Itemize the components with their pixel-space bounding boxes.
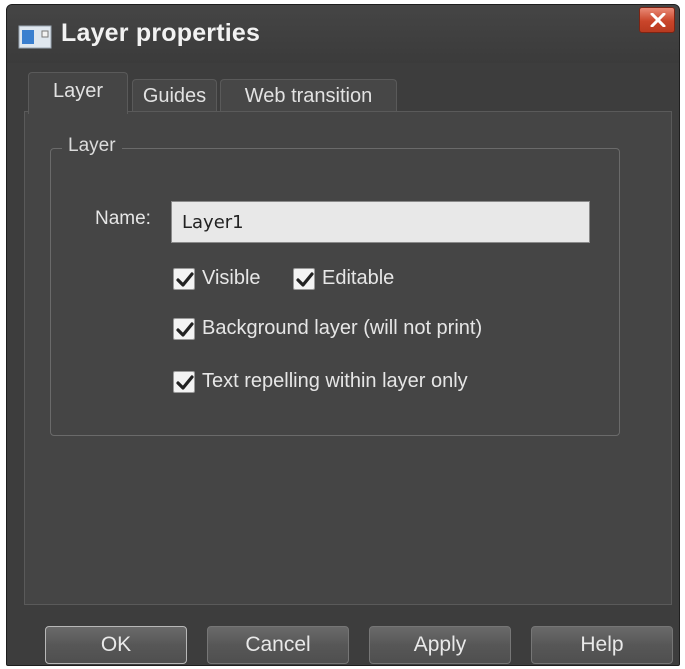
- window-title: Layer properties: [61, 19, 261, 47]
- checkmark-icon: [176, 271, 194, 287]
- checkbox-box[interactable]: [173, 317, 195, 340]
- groupbox-legend: Layer: [62, 135, 122, 157]
- visible-label: Visible: [202, 267, 261, 289]
- editable-label: Editable: [322, 267, 395, 289]
- title-bar[interactable]: Layer properties: [7, 5, 679, 63]
- cancel-button[interactable]: Cancel: [207, 626, 349, 664]
- checkmark-icon: [176, 321, 194, 337]
- background-layer-label: Background layer (will not print): [202, 317, 483, 339]
- tab-web-transition[interactable]: Web transition: [220, 79, 397, 112]
- editable-checkbox[interactable]: Editable: [293, 267, 394, 290]
- apply-button[interactable]: Apply: [369, 626, 511, 664]
- layer-properties-dialog: Layer properties Layer Guides Web transi…: [6, 4, 680, 666]
- checkmark-icon: [296, 271, 314, 287]
- checkmark-icon: [176, 374, 194, 390]
- close-icon: [650, 13, 666, 27]
- help-button[interactable]: Help: [531, 626, 673, 664]
- tab-layer[interactable]: Layer: [28, 72, 128, 114]
- tab-guides[interactable]: Guides: [132, 79, 217, 112]
- name-input[interactable]: [171, 201, 590, 243]
- text-repelling-checkbox[interactable]: Text repelling within layer only: [173, 370, 468, 393]
- checkbox-box[interactable]: [173, 370, 195, 393]
- ok-button[interactable]: OK: [45, 626, 187, 664]
- close-button[interactable]: [639, 7, 675, 33]
- text-repelling-label: Text repelling within layer only: [202, 370, 468, 392]
- visible-checkbox[interactable]: Visible: [173, 267, 261, 290]
- checkbox-box[interactable]: [293, 267, 315, 290]
- checkbox-box[interactable]: [173, 267, 195, 290]
- layer-properties-icon: [18, 25, 52, 49]
- name-label: Name:: [95, 208, 151, 229]
- background-layer-checkbox[interactable]: Background layer (will not print): [173, 317, 482, 340]
